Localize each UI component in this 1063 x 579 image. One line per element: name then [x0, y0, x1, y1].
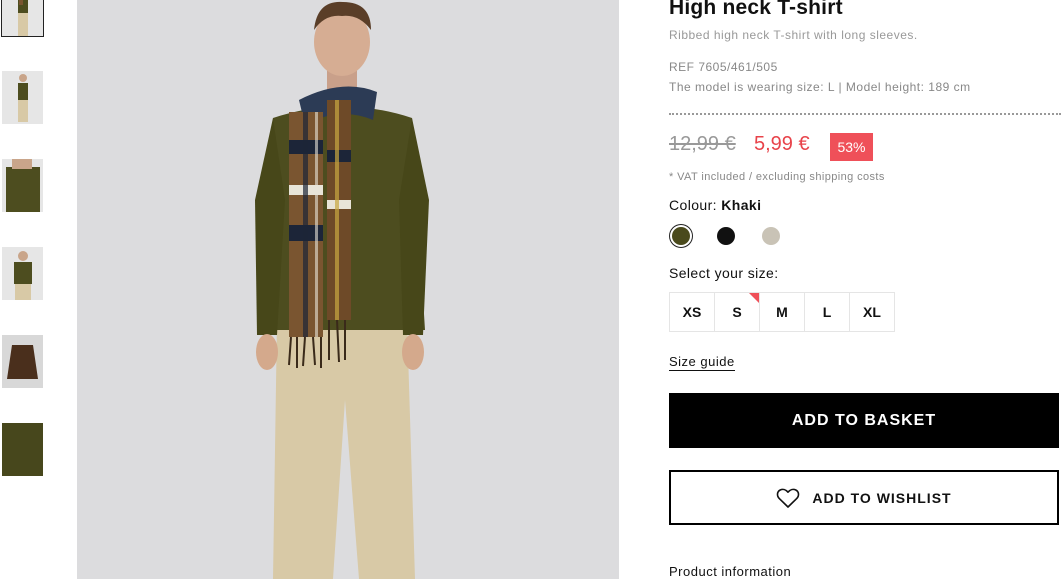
size-option-s[interactable]: S [714, 292, 760, 332]
thumbnail-2[interactable] [2, 71, 43, 124]
model-info: The model is wearing size: L | Model hei… [669, 80, 971, 94]
wishlist-label: ADD TO WISHLIST [812, 489, 952, 506]
size-option-l[interactable]: L [804, 292, 850, 332]
colour-swatch-khaki[interactable] [672, 227, 690, 245]
main-product-image [77, 0, 619, 579]
dotted-divider [669, 113, 1061, 115]
heart-icon [777, 488, 800, 508]
colour-label: Colour: [669, 197, 717, 213]
colour-swatch-stone[interactable] [762, 227, 780, 245]
add-to-basket-button[interactable]: ADD TO BASKET [669, 393, 1059, 448]
size-option-xl[interactable]: XL [849, 292, 895, 332]
size-option-m[interactable]: M [759, 292, 805, 332]
thumbnail-6[interactable] [2, 423, 43, 476]
thumbnail-1[interactable] [1, 0, 44, 37]
colour-selector-label: Colour: Khaki [669, 197, 761, 213]
sale-price: 5,99 € [754, 133, 810, 155]
size-option-label: S [732, 304, 742, 320]
old-price: 12,99 € [669, 133, 736, 155]
thumbnail-5[interactable] [2, 335, 43, 388]
vat-note: * VAT included / excluding shipping cost… [669, 171, 885, 183]
size-selector-label: Select your size: [669, 265, 779, 281]
low-stock-flag [749, 293, 759, 303]
size-guide-link[interactable]: Size guide [669, 354, 735, 371]
size-selector: XS S M L XL [669, 292, 895, 332]
size-option-xs[interactable]: XS [669, 292, 715, 332]
product-title: High neck T-shirt [669, 0, 843, 19]
product-subtitle: Ribbed high neck T-shirt with long sleev… [669, 28, 918, 42]
product-details: High neck T-shirt Ribbed high neck T-shi… [669, 0, 1063, 579]
thumbnail-4[interactable] [2, 247, 43, 300]
add-to-wishlist-button[interactable]: ADD TO WISHLIST [669, 470, 1059, 525]
colour-swatch-black[interactable] [717, 227, 735, 245]
thumbnail-3[interactable] [2, 159, 43, 212]
product-reference: REF 7605/461/505 [669, 60, 778, 74]
colour-value: Khaki [721, 197, 762, 213]
product-information-link[interactable]: Product information [669, 564, 791, 579]
discount-badge: 53% [830, 133, 873, 161]
